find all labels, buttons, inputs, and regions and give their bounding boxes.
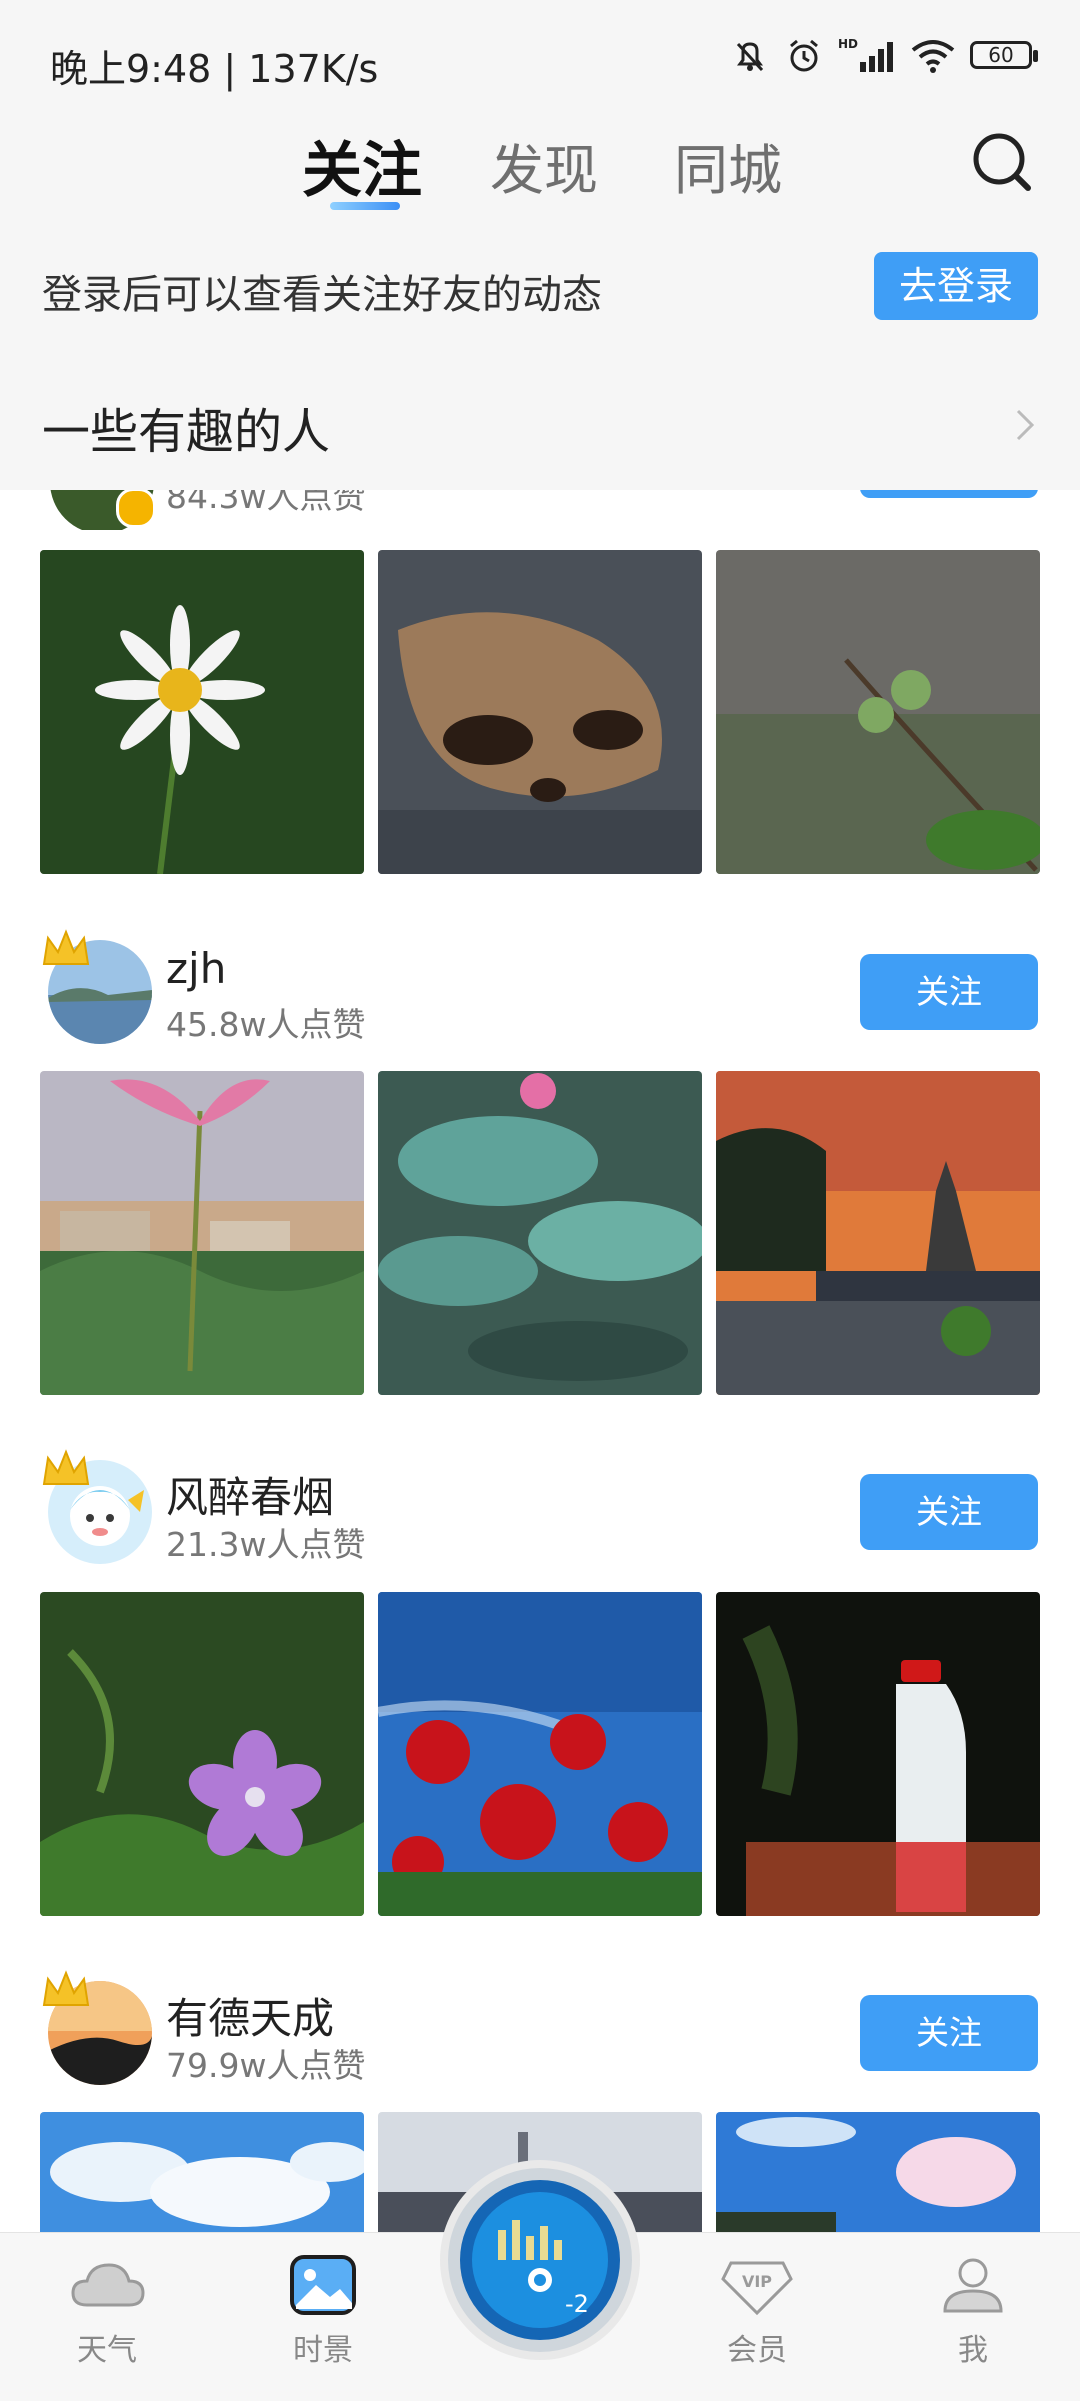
person-icon — [943, 2258, 1003, 2313]
search-button[interactable] — [968, 128, 1038, 198]
user-likes: 79.9w人点赞 — [166, 2046, 366, 2085]
user-name[interactable]: 有德天成 — [166, 1985, 334, 2046]
network-hd-label: HD — [838, 37, 858, 51]
verified-badge-icon — [116, 490, 156, 528]
login-banner: 登录后可以查看关注好友的动态 去登录 — [0, 250, 1080, 330]
signal-icon: HD — [838, 37, 893, 72]
photo-blue-sky[interactable] — [716, 2112, 1040, 2232]
photo-lotus-village[interactable] — [40, 1071, 364, 1395]
follow-button[interactable]: 关注 — [860, 1995, 1038, 2071]
picture-icon — [290, 2255, 356, 2315]
avatar-wrap[interactable] — [42, 1449, 152, 1564]
photo-red-flowers[interactable] — [378, 1592, 702, 1916]
vip-icon: VIP — [721, 2261, 793, 2316]
follow-button[interactable] — [860, 490, 1038, 498]
photo-water-bottle[interactable] — [716, 1592, 1040, 1916]
photo-rock[interactable] — [378, 550, 702, 874]
tab-following[interactable]: 关注 — [302, 122, 422, 209]
tab-discover[interactable]: 发现 — [490, 126, 598, 205]
avatar-wrap[interactable] — [42, 929, 152, 1044]
crown-icon — [42, 929, 90, 965]
battery-icon: 60 — [970, 39, 1040, 73]
search-icon — [973, 133, 1031, 191]
user-likes: 45.8w人点赞 — [166, 1005, 366, 1044]
nav-item-weather[interactable]: 天气 — [47, 2253, 167, 2369]
partial-user-card: 84.3w人点赞 — [0, 490, 1080, 530]
photo-daisy[interactable] — [40, 550, 364, 874]
svg-text:VIP: VIP — [742, 2272, 772, 2291]
crown-icon — [42, 1449, 90, 1485]
nav-label: 时景 — [293, 2333, 353, 2368]
crown-icon — [42, 1970, 90, 2006]
follow-button[interactable]: 关注 — [860, 1474, 1038, 1550]
user-card: zjh 45.8w人点赞 关注 — [0, 929, 1080, 1044]
alarm-icon — [790, 39, 818, 72]
user-name[interactable]: zjh — [166, 944, 226, 993]
photo-row — [40, 1592, 1040, 1916]
photo-purple-flower[interactable] — [40, 1592, 364, 1916]
cloud-icon — [71, 2263, 145, 2307]
wifi-icon — [911, 40, 955, 73]
tab-local[interactable]: 同城 — [674, 126, 782, 205]
photo-statue-sunset[interactable] — [716, 1071, 1040, 1395]
disc-value: -2 — [565, 2290, 589, 2318]
avatar-wrap[interactable] — [42, 1970, 152, 2085]
nav-item-vip[interactable]: VIP 会员 — [697, 2253, 817, 2369]
nav-label: 会员 — [727, 2333, 787, 2368]
weather-disc-icon: -2 — [448, 2168, 632, 2352]
user-likes: 21.3w人点赞 — [166, 1525, 366, 1564]
photo-row — [40, 1071, 1040, 1395]
feed-header: 关注 发现 同城 登录后可以查看关注好友的动态 去登录 一些有趣的人 — [0, 120, 1080, 490]
status-bar: 晚上9:48 | 137K/s HD 60 — [0, 0, 1080, 120]
photo-fruit-branch[interactable] — [716, 550, 1040, 874]
center-weather-disc[interactable]: -2 — [440, 2160, 640, 2360]
active-tab-indicator — [330, 202, 400, 210]
photo-lotus-leaves[interactable] — [378, 1071, 702, 1395]
login-button[interactable]: 去登录 — [874, 252, 1038, 320]
follow-button[interactable]: 关注 — [860, 954, 1038, 1030]
status-time: 晚上9:48 | 137K/s — [50, 47, 379, 91]
login-prompt: 登录后可以查看关注好友的动态 — [42, 272, 602, 318]
nav-label: 天气 — [77, 2333, 137, 2368]
nav-label: 我 — [958, 2333, 988, 2368]
mute-bell-icon — [736, 42, 764, 72]
chevron-right-icon[interactable] — [1010, 405, 1040, 445]
photo-sky-clouds[interactable] — [40, 2112, 364, 2232]
section-title[interactable]: 一些有趣的人 — [42, 392, 330, 462]
user-likes: 84.3w人点赞 — [166, 490, 366, 516]
user-name[interactable]: 风醉春烟 — [166, 1464, 334, 1525]
user-card: 有德天成 79.9w人点赞 关注 — [0, 1970, 1080, 2085]
tab-bar: 关注 发现 同城 — [0, 120, 1080, 220]
user-card: 风醉春烟 21.3w人点赞 关注 — [0, 1449, 1080, 1564]
nav-item-scenery[interactable]: 时景 — [263, 2253, 383, 2369]
photo-row — [40, 550, 1040, 874]
status-icons: HD 60 — [730, 36, 1040, 76]
battery-level: 60 — [988, 43, 1014, 67]
nav-item-me[interactable]: 我 — [913, 2253, 1033, 2369]
